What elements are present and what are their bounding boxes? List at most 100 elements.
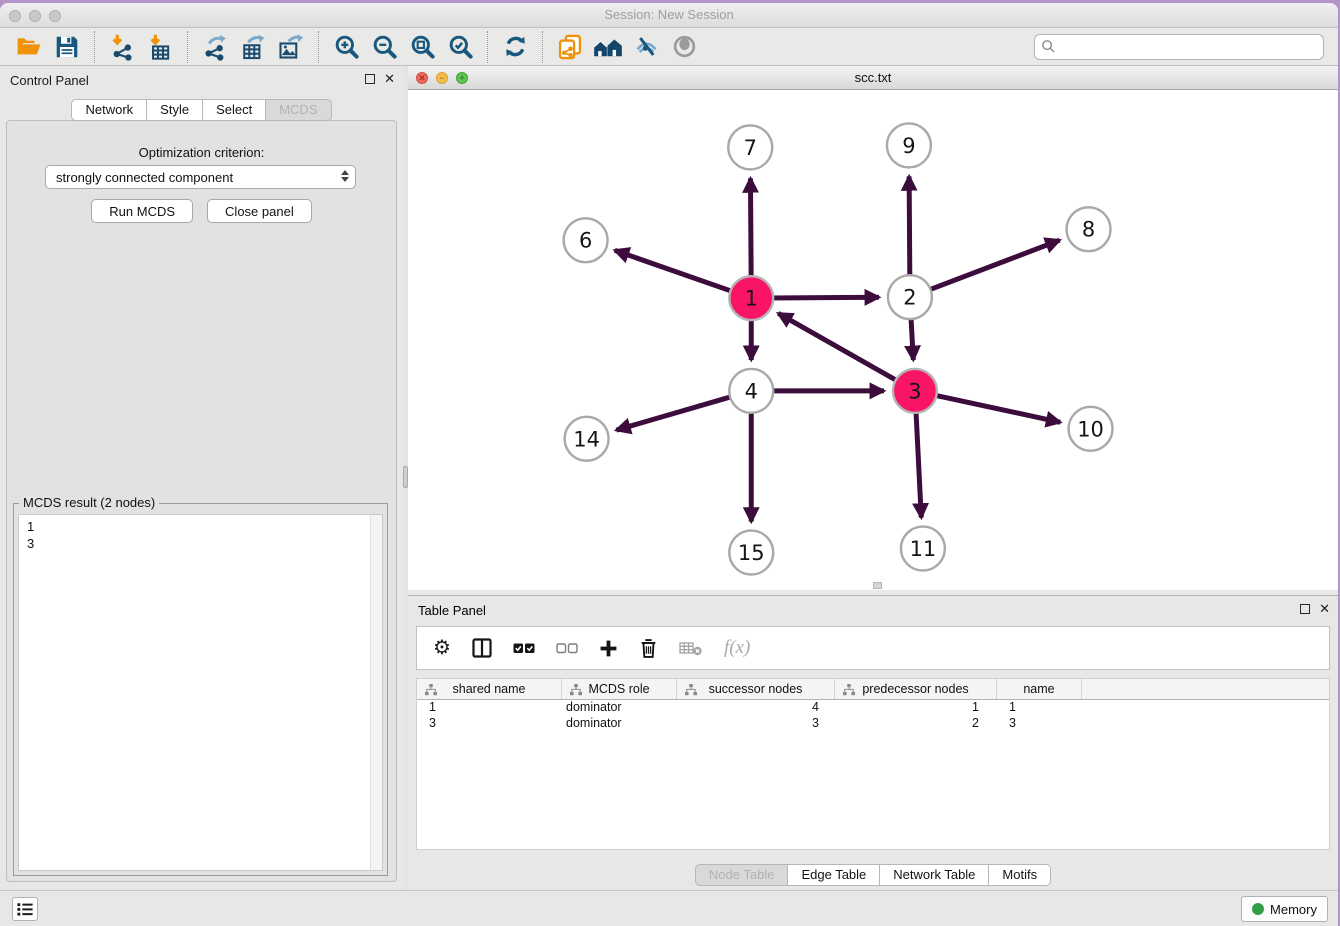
column-header-mcds-role[interactable]: MCDS role [562,679,677,699]
float-table-panel-icon[interactable] [1300,604,1310,614]
tab-edge-table[interactable]: Edge Table [788,864,880,886]
memory-button[interactable]: Memory [1241,896,1328,922]
window-titlebar: Session: New Session [0,3,1338,28]
svg-text:8: 8 [1082,218,1095,242]
tab-select[interactable]: Select [203,99,266,121]
hide-graphics-icon [633,33,660,60]
select-all-columns-button[interactable] [513,633,535,663]
first-neighbors-button[interactable] [589,31,627,63]
graph-edge-3-10[interactable] [933,395,1060,422]
graph-node-8[interactable]: 8 [1067,207,1111,251]
graph-edge-2-8[interactable] [928,240,1060,290]
mcds-result-title: MCDS result (2 nodes) [19,495,159,510]
export-table-button[interactable] [234,31,272,63]
table-row[interactable]: 3 dominator 3 2 3 [417,716,1329,732]
mcds-result-textarea[interactable]: 1 3 [18,514,383,871]
canvas-resize-grip[interactable] [873,582,882,589]
svg-text:6: 6 [579,229,592,253]
save-session-button[interactable] [48,31,86,63]
apply-layout-button[interactable] [496,31,534,63]
deselect-all-icon [556,640,578,656]
import-table-button[interactable] [141,31,179,63]
criterion-select[interactable]: strongly connected component [45,165,356,189]
svg-text:4: 4 [745,379,758,403]
tab-motifs[interactable]: Motifs [989,864,1051,886]
control-panel: Control Panel ✕ Network Style Select MCD… [0,66,403,890]
network-canvas[interactable]: 7 9 6 8 1 2 4 3 14 10 15 11 [408,90,1338,590]
tab-network-table[interactable]: Network Table [880,864,989,886]
tab-style[interactable]: Style [147,99,203,121]
graph-edge-1-2[interactable] [770,297,879,298]
zoom-out-button[interactable] [365,31,403,63]
graph-node-7[interactable]: 7 [728,125,772,169]
duplicate-network-button[interactable] [551,31,589,63]
window-title: Session: New Session [0,7,1338,22]
table-settings-button[interactable]: ⚙ [433,633,451,663]
destroy-table-button[interactable] [679,633,703,663]
column-header-shared-name[interactable]: shared name [417,679,562,699]
graph-node-1[interactable]: 1 [729,276,773,320]
birds-eye-view-button[interactable] [665,31,703,63]
create-column-button[interactable] [599,633,618,663]
deselect-all-columns-button[interactable] [556,633,578,663]
graph-edge-3-1[interactable] [778,313,898,381]
close-panel-button[interactable]: Close panel [207,199,312,223]
zoom-fit-button[interactable] [403,31,441,63]
tab-network[interactable]: Network [71,99,147,121]
result-scrollbar[interactable] [370,515,382,870]
graph-node-6[interactable]: 6 [564,218,608,262]
network-window-titlebar: ✕ − + scc.txt [408,66,1338,90]
graph-node-3[interactable]: 3 [893,369,937,413]
table-row[interactable]: 1 dominator 4 1 1 [417,700,1329,716]
memory-status-icon [1252,903,1264,915]
graph-node-2[interactable]: 2 [888,275,932,319]
close-table-panel-icon[interactable]: ✕ [1319,603,1330,615]
table-header-row: shared name MCDS role successor nodes pr… [417,679,1329,700]
graph-node-9[interactable]: 9 [887,123,931,167]
delete-column-button[interactable] [639,633,658,663]
graph-edge-2-9[interactable] [909,176,910,278]
graph-node-11[interactable]: 11 [901,527,945,571]
control-panel-tabs: Network Style Select MCDS [0,99,403,121]
column-header-predecessor-nodes[interactable]: predecessor nodes [835,679,997,699]
search-field[interactable] [1034,34,1324,60]
show-column-panel-button[interactable] [472,633,492,663]
zoom-fit-icon [409,33,436,60]
table-panel-header: Table Panel ✕ [408,596,1338,624]
export-network-icon [201,33,229,61]
import-network-button[interactable] [103,31,141,63]
graph-node-4[interactable]: 4 [729,369,773,413]
graph-node-14[interactable]: 14 [565,417,609,461]
fx-icon: f(x) [724,637,750,659]
column-header-successor-nodes[interactable]: successor nodes [677,679,835,699]
export-image-button[interactable] [272,31,310,63]
show-task-history-button[interactable] [12,897,38,921]
network-graph[interactable]: 7 9 6 8 1 2 4 3 14 10 15 11 [408,90,1338,590]
select-all-icon [513,640,535,656]
search-input[interactable] [1060,39,1317,54]
graph-edge-1-6[interactable] [615,250,734,291]
hide-graphics-details-button[interactable] [627,31,665,63]
graph-edge-1-7[interactable] [750,178,751,279]
zoom-in-button[interactable] [327,31,365,63]
refresh-icon [502,33,529,60]
close-panel-icon[interactable]: ✕ [384,73,395,85]
graph-node-10[interactable]: 10 [1069,407,1113,451]
graph-edge-3-11[interactable] [916,410,921,518]
float-panel-icon[interactable] [365,74,375,84]
run-mcds-button[interactable]: Run MCDS [91,199,193,223]
zoom-selected-button[interactable] [441,31,479,63]
function-builder-button[interactable]: f(x) [724,633,750,663]
export-network-button[interactable] [196,31,234,63]
column-header-name[interactable]: name [997,679,1082,699]
open-session-button[interactable] [10,31,48,63]
zoom-selected-icon [447,33,474,60]
svg-text:9: 9 [902,134,915,158]
graph-edge-2-3[interactable] [911,316,913,360]
graph-node-15[interactable]: 15 [729,531,773,575]
tab-mcds[interactable]: MCDS [266,99,331,121]
tab-node-table[interactable]: Node Table [695,864,789,886]
graph-edge-4-14[interactable] [616,396,733,430]
cell-mcds-role: dominator [562,716,677,732]
open-folder-icon [15,34,43,60]
